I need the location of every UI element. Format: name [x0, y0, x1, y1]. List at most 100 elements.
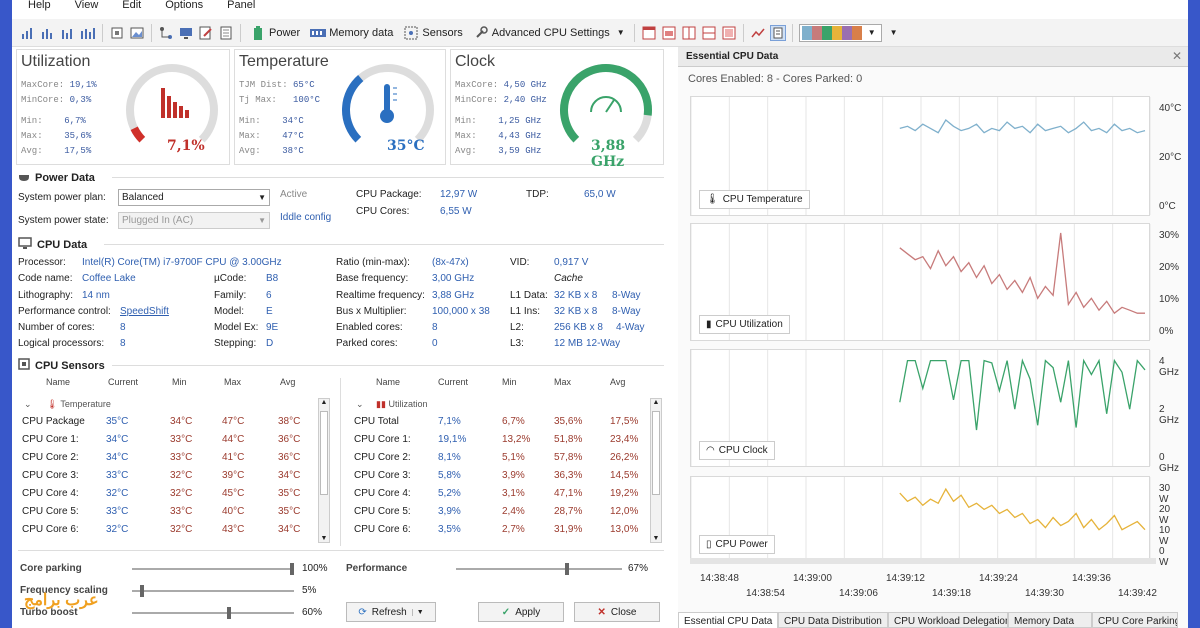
color-swatch-icon	[801, 25, 862, 40]
bars-icon-3[interactable]	[60, 25, 76, 41]
sensor-value: 43°C	[222, 524, 245, 535]
advanced-label: Advanced CPU Settings	[491, 26, 610, 39]
advanced-cpu-settings-button[interactable]: Advanced CPU Settings ▼	[470, 25, 628, 41]
network-icon[interactable]	[158, 25, 174, 41]
group-label: Temperature	[60, 399, 111, 409]
monitor-icon[interactable]	[178, 25, 194, 41]
y-tick-label: 10%	[1159, 294, 1180, 305]
sensor-name: CPU Core 4:	[354, 488, 411, 499]
watermark-logo: عرب برامج	[24, 592, 99, 609]
modelex-label: Model Ex:	[214, 322, 259, 333]
cpu-clock-chart: ◠ CPU Clock 4 GHz 2 GHz 0 GHz	[690, 349, 1179, 474]
sensor-value: 33°C	[170, 452, 193, 463]
frequency-scaling-value: 5%	[302, 585, 317, 596]
column-header: Current	[438, 377, 469, 387]
image-icon[interactable]	[129, 25, 145, 41]
window-icon-4[interactable]	[701, 25, 717, 41]
processor-label: Processor:	[18, 257, 66, 268]
speedshift-link[interactable]: SpeedShift	[120, 306, 169, 317]
util-stat: MinCore: 0,3%	[21, 95, 92, 105]
chevron-down-icon[interactable]: ▼	[886, 28, 898, 37]
slider-thumb[interactable]	[139, 585, 144, 597]
sensor-name: CPU Core 6:	[354, 524, 411, 535]
sensor-value: 32°C	[106, 524, 129, 535]
temperature-scrollbar[interactable]: ▲ ▼	[318, 398, 330, 543]
logical-label: Logical processors:	[18, 338, 105, 349]
temperature-value: 35°C	[387, 138, 425, 154]
color-scheme-dropdown[interactable]: ▼	[798, 23, 882, 42]
sensors-button[interactable]: Sensors	[400, 25, 465, 41]
window-icon-3[interactable]	[681, 25, 697, 41]
divider	[18, 550, 664, 551]
memory-data-button[interactable]: Memory data	[307, 25, 396, 41]
menu-options[interactable]: Options	[149, 0, 211, 11]
power-button[interactable]: Power	[247, 25, 303, 41]
edit-icon[interactable]	[198, 25, 214, 41]
cpu-icon[interactable]	[109, 25, 125, 41]
vid-label: VID:	[510, 257, 530, 268]
window-icon-2[interactable]	[661, 25, 677, 41]
utilization-scrollbar[interactable]: ▲ ▼	[650, 398, 662, 543]
bus-label: Bus x Multiplier:	[336, 306, 407, 317]
close-button[interactable]: ✕ Close	[574, 602, 660, 622]
menu-view[interactable]: View	[59, 0, 107, 11]
slider-thumb[interactable]	[226, 607, 231, 619]
power-plan-select[interactable]: Balanced ▼	[118, 189, 270, 206]
l1d-way: 8-Way	[612, 290, 641, 301]
cpu-cores-label: CPU Cores:	[356, 206, 410, 217]
l3-label: L3:	[510, 338, 524, 349]
family-label: Family:	[214, 290, 247, 301]
panel-header: Essential CPU Data ✕	[678, 47, 1188, 67]
window-icon-1[interactable]	[641, 25, 657, 41]
utilization-group[interactable]: ⌄ ▮▮ Utilization	[356, 399, 427, 410]
layout-toggle-icon[interactable]	[769, 24, 786, 41]
temperature-gauge-panel: Temperature TJM Dist: 65°C Tj Max: 100°C…	[234, 49, 446, 165]
battery-icon	[250, 25, 266, 41]
bars-icon-2[interactable]	[40, 25, 56, 41]
refresh-button[interactable]: ⟳ Refresh ▼	[346, 602, 436, 622]
iddle-config-link[interactable]: Iddle config	[280, 212, 331, 223]
trend-icon[interactable]	[750, 25, 766, 41]
tab-essential-cpu-data[interactable]: Essential CPU Data	[678, 612, 778, 628]
turbo-boost-slider[interactable]	[132, 607, 294, 619]
bars-icon-4[interactable]	[80, 25, 96, 41]
document-icon[interactable]	[218, 25, 234, 41]
tab-cpu-data-distribution[interactable]: CPU Data Distribution	[778, 612, 888, 628]
series-line	[899, 119, 1146, 134]
core-parking-slider[interactable]	[132, 563, 294, 575]
realtime-value: 3,88 GHz	[432, 290, 475, 301]
menu-edit[interactable]: Edit	[106, 0, 149, 11]
apply-button[interactable]: ✓ Apply	[478, 602, 564, 622]
frequency-scaling-slider[interactable]	[132, 585, 294, 597]
l3-way: 12-Way	[586, 338, 621, 349]
column-header: Max	[554, 377, 572, 387]
chart-scrollbar[interactable]	[690, 558, 1156, 564]
sensor-icon	[403, 25, 419, 41]
cpu-cores-value: 6,55 W	[440, 206, 472, 217]
bars-icon[interactable]	[20, 25, 36, 41]
tab-cpu-core-parking[interactable]: CPU Core Parking	[1092, 612, 1178, 628]
series-line	[899, 358, 1146, 431]
sensor-name: CPU Core 5:	[22, 506, 79, 517]
perf-control-label: Performance control:	[18, 306, 111, 317]
slider-thumb[interactable]	[564, 563, 569, 575]
sensor-value: 3,9%	[438, 506, 461, 517]
menu-panel[interactable]: Panel	[211, 0, 263, 11]
menu-help[interactable]: Help	[12, 0, 59, 11]
parked-value: 0	[432, 338, 438, 349]
sensor-value: 2,7%	[502, 524, 525, 535]
section-title: Power Data	[35, 171, 95, 184]
cpu-power-chart: ▯ CPU Power 30 W 20 W 10 W0 W	[690, 476, 1170, 568]
sensor-value: 17,5%	[610, 416, 639, 427]
performance-slider[interactable]	[456, 563, 622, 575]
slider-thumb[interactable]	[290, 563, 294, 575]
tab-cpu-workload-delegation[interactable]: CPU Workload Delegation	[888, 612, 1008, 628]
tab-memory-data[interactable]: Memory Data	[1008, 612, 1092, 628]
sensor-value: 57,8%	[554, 452, 583, 463]
column-header: Avg	[280, 377, 296, 387]
window-icon-5[interactable]	[721, 25, 737, 41]
temperature-group[interactable]: ⌄ 🌡 Temperature	[24, 399, 111, 410]
close-icon[interactable]: ✕	[1172, 49, 1182, 63]
y-tick-label: 4 GHz	[1159, 356, 1179, 378]
stepping-label: Stepping:	[214, 338, 257, 349]
